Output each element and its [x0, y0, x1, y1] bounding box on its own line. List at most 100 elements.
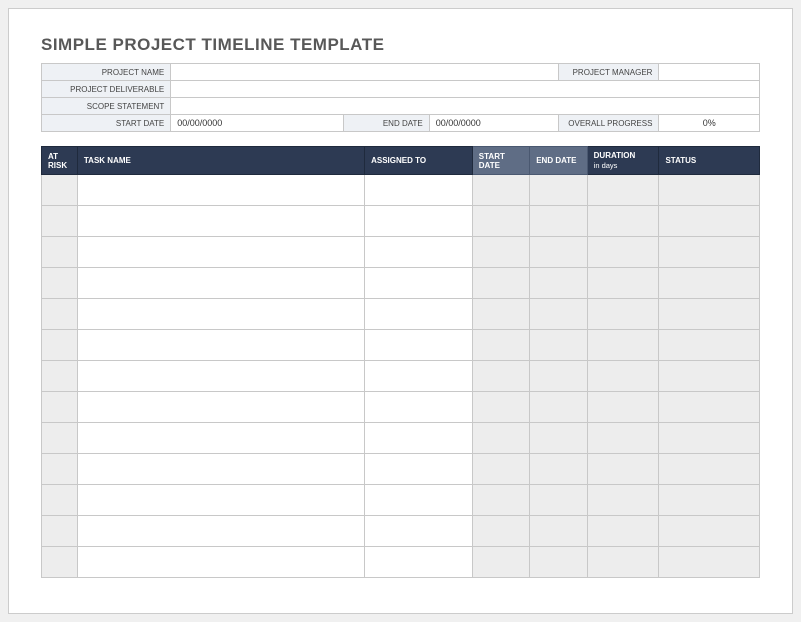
cell-status[interactable]	[659, 454, 760, 485]
cell-at-risk[interactable]	[42, 237, 78, 268]
cell-at-risk[interactable]	[42, 361, 78, 392]
cell-status[interactable]	[659, 547, 760, 578]
cell-duration[interactable]	[587, 237, 659, 268]
cell-status[interactable]	[659, 206, 760, 237]
cell-duration[interactable]	[587, 454, 659, 485]
cell-at-risk[interactable]	[42, 423, 78, 454]
cell-end-date[interactable]	[530, 516, 587, 547]
value-project-manager[interactable]	[659, 64, 760, 81]
cell-assigned-to[interactable]	[365, 175, 473, 206]
cell-start-date[interactable]	[472, 299, 529, 330]
cell-task-name[interactable]	[77, 268, 364, 299]
cell-task-name[interactable]	[77, 454, 364, 485]
cell-at-risk[interactable]	[42, 516, 78, 547]
value-project-name[interactable]	[171, 64, 559, 81]
cell-assigned-to[interactable]	[365, 268, 473, 299]
cell-at-risk[interactable]	[42, 454, 78, 485]
cell-assigned-to[interactable]	[365, 547, 473, 578]
cell-start-date[interactable]	[472, 330, 529, 361]
cell-end-date[interactable]	[530, 237, 587, 268]
cell-at-risk[interactable]	[42, 547, 78, 578]
cell-start-date[interactable]	[472, 237, 529, 268]
cell-start-date[interactable]	[472, 423, 529, 454]
cell-start-date[interactable]	[472, 361, 529, 392]
cell-duration[interactable]	[587, 485, 659, 516]
cell-status[interactable]	[659, 423, 760, 454]
cell-assigned-to[interactable]	[365, 392, 473, 423]
cell-duration[interactable]	[587, 175, 659, 206]
cell-task-name[interactable]	[77, 547, 364, 578]
cell-end-date[interactable]	[530, 485, 587, 516]
cell-at-risk[interactable]	[42, 206, 78, 237]
table-row	[42, 454, 760, 485]
cell-assigned-to[interactable]	[365, 206, 473, 237]
cell-assigned-to[interactable]	[365, 237, 473, 268]
cell-start-date[interactable]	[472, 485, 529, 516]
cell-task-name[interactable]	[77, 485, 364, 516]
cell-start-date[interactable]	[472, 454, 529, 485]
cell-duration[interactable]	[587, 361, 659, 392]
cell-duration[interactable]	[587, 547, 659, 578]
cell-end-date[interactable]	[530, 330, 587, 361]
tasks-header-row: AT RISK TASK NAME ASSIGNED TO START DATE…	[42, 147, 760, 175]
cell-duration[interactable]	[587, 423, 659, 454]
header-at-risk: AT RISK	[42, 147, 78, 175]
cell-start-date[interactable]	[472, 268, 529, 299]
cell-task-name[interactable]	[77, 392, 364, 423]
cell-start-date[interactable]	[472, 206, 529, 237]
cell-task-name[interactable]	[77, 516, 364, 547]
cell-assigned-to[interactable]	[365, 516, 473, 547]
cell-end-date[interactable]	[530, 392, 587, 423]
cell-assigned-to[interactable]	[365, 485, 473, 516]
cell-at-risk[interactable]	[42, 485, 78, 516]
cell-at-risk[interactable]	[42, 299, 78, 330]
cell-task-name[interactable]	[77, 175, 364, 206]
cell-task-name[interactable]	[77, 237, 364, 268]
cell-status[interactable]	[659, 268, 760, 299]
cell-assigned-to[interactable]	[365, 299, 473, 330]
cell-end-date[interactable]	[530, 299, 587, 330]
cell-start-date[interactable]	[472, 547, 529, 578]
cell-status[interactable]	[659, 330, 760, 361]
cell-assigned-to[interactable]	[365, 454, 473, 485]
cell-at-risk[interactable]	[42, 330, 78, 361]
cell-task-name[interactable]	[77, 299, 364, 330]
cell-start-date[interactable]	[472, 392, 529, 423]
value-end-date[interactable]: 00/00/0000	[429, 115, 558, 132]
cell-status[interactable]	[659, 299, 760, 330]
cell-assigned-to[interactable]	[365, 330, 473, 361]
cell-duration[interactable]	[587, 330, 659, 361]
value-scope-statement[interactable]	[171, 98, 760, 115]
cell-status[interactable]	[659, 392, 760, 423]
cell-start-date[interactable]	[472, 516, 529, 547]
value-start-date[interactable]: 00/00/0000	[171, 115, 343, 132]
cell-status[interactable]	[659, 516, 760, 547]
cell-status[interactable]	[659, 237, 760, 268]
cell-end-date[interactable]	[530, 423, 587, 454]
cell-duration[interactable]	[587, 206, 659, 237]
cell-assigned-to[interactable]	[365, 423, 473, 454]
cell-status[interactable]	[659, 175, 760, 206]
cell-at-risk[interactable]	[42, 392, 78, 423]
cell-task-name[interactable]	[77, 423, 364, 454]
cell-end-date[interactable]	[530, 454, 587, 485]
cell-end-date[interactable]	[530, 268, 587, 299]
cell-at-risk[interactable]	[42, 268, 78, 299]
cell-duration[interactable]	[587, 268, 659, 299]
cell-assigned-to[interactable]	[365, 361, 473, 392]
cell-end-date[interactable]	[530, 175, 587, 206]
cell-end-date[interactable]	[530, 361, 587, 392]
cell-task-name[interactable]	[77, 330, 364, 361]
cell-duration[interactable]	[587, 299, 659, 330]
cell-duration[interactable]	[587, 392, 659, 423]
cell-status[interactable]	[659, 485, 760, 516]
cell-task-name[interactable]	[77, 206, 364, 237]
cell-duration[interactable]	[587, 516, 659, 547]
cell-status[interactable]	[659, 361, 760, 392]
value-project-deliverable[interactable]	[171, 81, 760, 98]
cell-start-date[interactable]	[472, 175, 529, 206]
cell-end-date[interactable]	[530, 206, 587, 237]
cell-task-name[interactable]	[77, 361, 364, 392]
cell-end-date[interactable]	[530, 547, 587, 578]
cell-at-risk[interactable]	[42, 175, 78, 206]
